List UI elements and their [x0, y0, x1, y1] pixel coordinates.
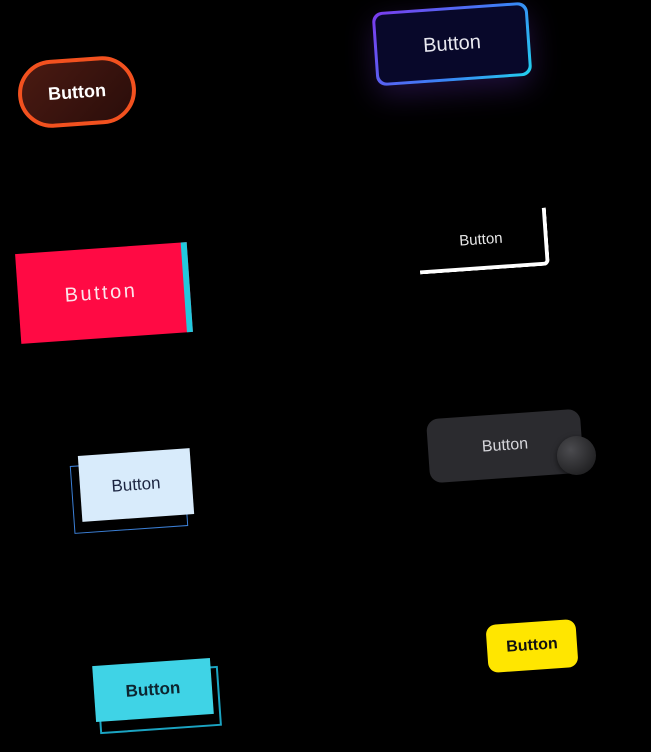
dark-ball-button-label: Button	[481, 435, 529, 456]
cyan-offset-button[interactable]: Button	[92, 657, 214, 723]
yellow-pill-button-label: Button	[505, 635, 559, 656]
red-cyan-edge-button-label: Button	[63, 279, 139, 307]
button-showcase: Button Button Button Button Button Butto…	[0, 0, 651, 752]
red-cyan-edge-button[interactable]: Button	[15, 242, 193, 344]
yellow-pill-button[interactable]: Button	[485, 618, 579, 674]
neon-gradient-button[interactable]: Button	[374, 4, 530, 84]
white-corner-button-label: Button	[458, 229, 504, 250]
neon-gradient-button-label: Button	[422, 30, 482, 57]
dark-ball-decoration	[557, 436, 596, 475]
orange-pill-button-label: Button	[47, 79, 107, 104]
neon-gradient-button-frame: Button	[371, 1, 533, 87]
cyan-offset-button-label: Button	[124, 678, 181, 701]
light-blue-outline-button[interactable]: Button	[77, 448, 195, 522]
orange-pill-button[interactable]: Button	[15, 53, 139, 131]
white-corner-button[interactable]: Button	[416, 207, 550, 275]
light-blue-outline-button-label: Button	[110, 473, 162, 496]
